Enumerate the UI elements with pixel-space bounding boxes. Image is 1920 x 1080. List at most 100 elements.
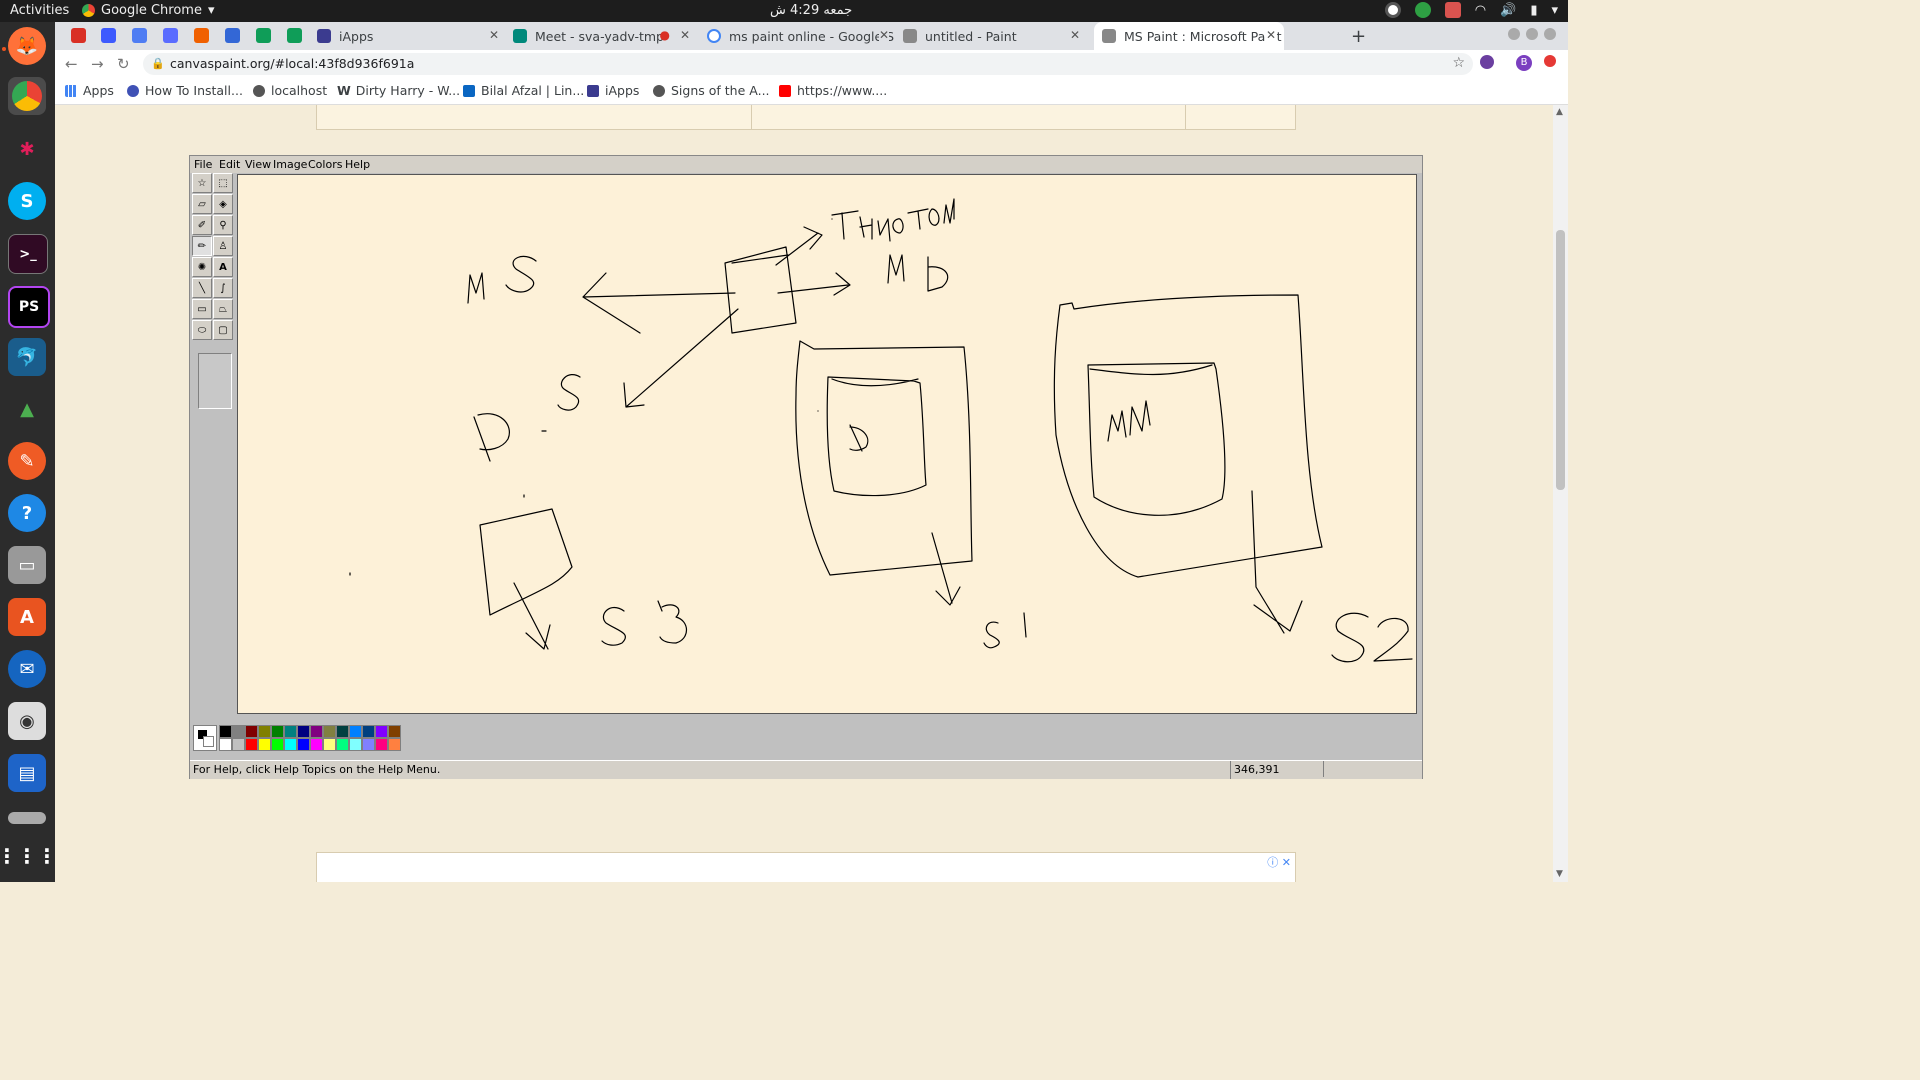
ad-banner-top[interactable]: [316, 105, 1296, 130]
brush-icon[interactable]: ♙: [213, 236, 233, 256]
rocket-icon[interactable]: ▲: [8, 390, 46, 428]
activities-button[interactable]: Activities: [10, 3, 69, 18]
color-picker-icon[interactable]: ✐: [192, 215, 212, 235]
system-tray[interactable]: ◠ 🔊 ▮ ▾: [1384, 2, 1558, 18]
color-swatch[interactable]: [284, 738, 297, 751]
rounded-rect-icon[interactable]: ▢: [213, 320, 233, 340]
color-swatch[interactable]: [388, 725, 401, 738]
color-swatch[interactable]: [258, 738, 271, 751]
color-swatch[interactable]: [232, 738, 245, 751]
jira-tab-icon[interactable]: [101, 28, 116, 43]
new-tab-button[interactable]: +: [1351, 26, 1366, 47]
scroll-up-icon[interactable]: ▲: [1556, 107, 1563, 117]
line-icon[interactable]: ╲: [192, 278, 212, 298]
file-manager-icon[interactable]: ▭: [8, 546, 46, 584]
phpstorm-icon[interactable]: PS: [8, 286, 50, 328]
url-text[interactable]: canvaspaint.org/#local:43f8d936f691a: [170, 56, 414, 71]
sheets-tab-icon[interactable]: [287, 28, 302, 43]
menu-image[interactable]: Image: [273, 158, 307, 171]
tab-ms-paint[interactable]: MS Paint : Microsoft Paint ✕: [1094, 22, 1284, 50]
text-tool-icon[interactable]: A: [213, 257, 233, 277]
color-swatch[interactable]: [245, 738, 258, 751]
close-icon[interactable]: ✕: [1265, 28, 1276, 42]
menu-help[interactable]: Help: [345, 158, 370, 171]
color-swatch[interactable]: [323, 725, 336, 738]
magnifier-icon[interactable]: ⚲: [213, 215, 233, 235]
extension-icon[interactable]: [1544, 55, 1556, 67]
color-swatch[interactable]: [388, 738, 401, 751]
color-swatch[interactable]: [375, 738, 388, 751]
color-swatch[interactable]: [362, 725, 375, 738]
menu-file[interactable]: File: [194, 158, 212, 171]
writer-icon[interactable]: ▤: [8, 754, 46, 792]
background-color-swatch[interactable]: [203, 736, 214, 747]
color-swatch[interactable]: [271, 738, 284, 751]
color-swatch[interactable]: [336, 738, 349, 751]
menu-colors[interactable]: Colors: [308, 158, 342, 171]
skype-icon[interactable]: S: [8, 182, 46, 220]
bookmark-localhost[interactable]: localhost: [253, 83, 327, 98]
app-menu[interactable]: Google Chrome ▾: [82, 3, 215, 18]
rhythmbox-icon[interactable]: ◉: [8, 702, 46, 740]
tab-untitled-paint[interactable]: untitled - Paint ✕: [903, 22, 1088, 50]
clock[interactable]: جمعه 4:29 ش: [770, 3, 852, 18]
color-swatch[interactable]: [297, 738, 310, 751]
color-swatch[interactable]: [349, 725, 362, 738]
trash-icon[interactable]: [8, 812, 46, 824]
window-controls[interactable]: [1508, 28, 1556, 40]
color-swatch[interactable]: [271, 725, 284, 738]
tab-iapps[interactable]: iApps ✕: [317, 22, 507, 50]
bookmark-apps[interactable]: Apps: [65, 83, 114, 98]
color-swatch[interactable]: [297, 725, 310, 738]
close-icon[interactable]: ✕: [680, 28, 690, 42]
tool-options[interactable]: [198, 353, 232, 409]
color-swatch[interactable]: [219, 738, 232, 751]
scroll-down-icon[interactable]: ▼: [1556, 869, 1563, 879]
volume-icon[interactable]: 🔊: [1500, 3, 1516, 18]
night-mode-icon[interactable]: [1480, 55, 1494, 69]
maximize-icon[interactable]: [1526, 28, 1538, 40]
bookmark-star-icon[interactable]: ☆: [1452, 55, 1465, 71]
tab-google-search[interactable]: ms paint online - Google S ✕: [707, 22, 897, 50]
curve-icon[interactable]: ∫: [213, 278, 233, 298]
pinned-tab-icon[interactable]: [163, 28, 178, 43]
slack-icon[interactable]: ✱: [8, 130, 46, 168]
color-swatch[interactable]: [349, 738, 362, 751]
chevron-down-icon[interactable]: ▾: [1551, 3, 1558, 18]
airbrush-icon[interactable]: ✺: [192, 257, 212, 277]
scrollbar-thumb[interactable]: [1556, 230, 1565, 490]
show-apps-icon[interactable]: ⋮⋮⋮: [0, 837, 57, 875]
tab-meet[interactable]: Meet - sva-yadv-tmp ● ✕: [513, 22, 698, 50]
current-colors[interactable]: [193, 725, 217, 751]
battery-icon[interactable]: ▮: [1530, 3, 1537, 18]
drawing-canvas[interactable]: [237, 174, 1417, 714]
page-scrollbar[interactable]: ▲ ▼: [1553, 105, 1568, 882]
color-swatch[interactable]: [310, 725, 323, 738]
forward-icon[interactable]: →: [91, 55, 104, 73]
mysql-workbench-icon[interactable]: 🐬: [8, 338, 46, 376]
minimize-icon[interactable]: [1508, 28, 1520, 40]
record-icon[interactable]: [1384, 2, 1401, 18]
eraser-icon[interactable]: ▱: [192, 194, 212, 214]
close-icon[interactable]: ✕: [878, 28, 889, 42]
color-swatch[interactable]: [323, 738, 336, 751]
color-swatch[interactable]: [336, 725, 349, 738]
rectangle-icon[interactable]: ▭: [192, 299, 212, 319]
lock-icon[interactable]: 🔒: [151, 57, 165, 70]
bookmark-iapps[interactable]: iApps: [587, 83, 639, 98]
software-center-icon[interactable]: A: [8, 598, 46, 636]
check-icon[interactable]: [1414, 2, 1431, 18]
bookmark-youtube[interactable]: https://www....: [779, 83, 887, 98]
polygon-icon[interactable]: ⏢: [213, 299, 233, 319]
postman-icon[interactable]: ✎: [8, 442, 46, 480]
thunderbird-icon[interactable]: ✉: [8, 650, 46, 688]
bookmark-how-to-install[interactable]: How To Install...: [127, 83, 243, 98]
back-icon[interactable]: ←: [65, 55, 78, 73]
sheets-tab-icon[interactable]: [256, 28, 271, 43]
free-select-icon[interactable]: ☆: [192, 173, 212, 193]
ellipse-icon[interactable]: ⬭: [192, 320, 212, 340]
wifi-icon[interactable]: ◠: [1475, 3, 1486, 18]
fill-bucket-icon[interactable]: ◈: [213, 194, 233, 214]
color-swatch[interactable]: [362, 738, 375, 751]
color-swatch[interactable]: [219, 725, 232, 738]
